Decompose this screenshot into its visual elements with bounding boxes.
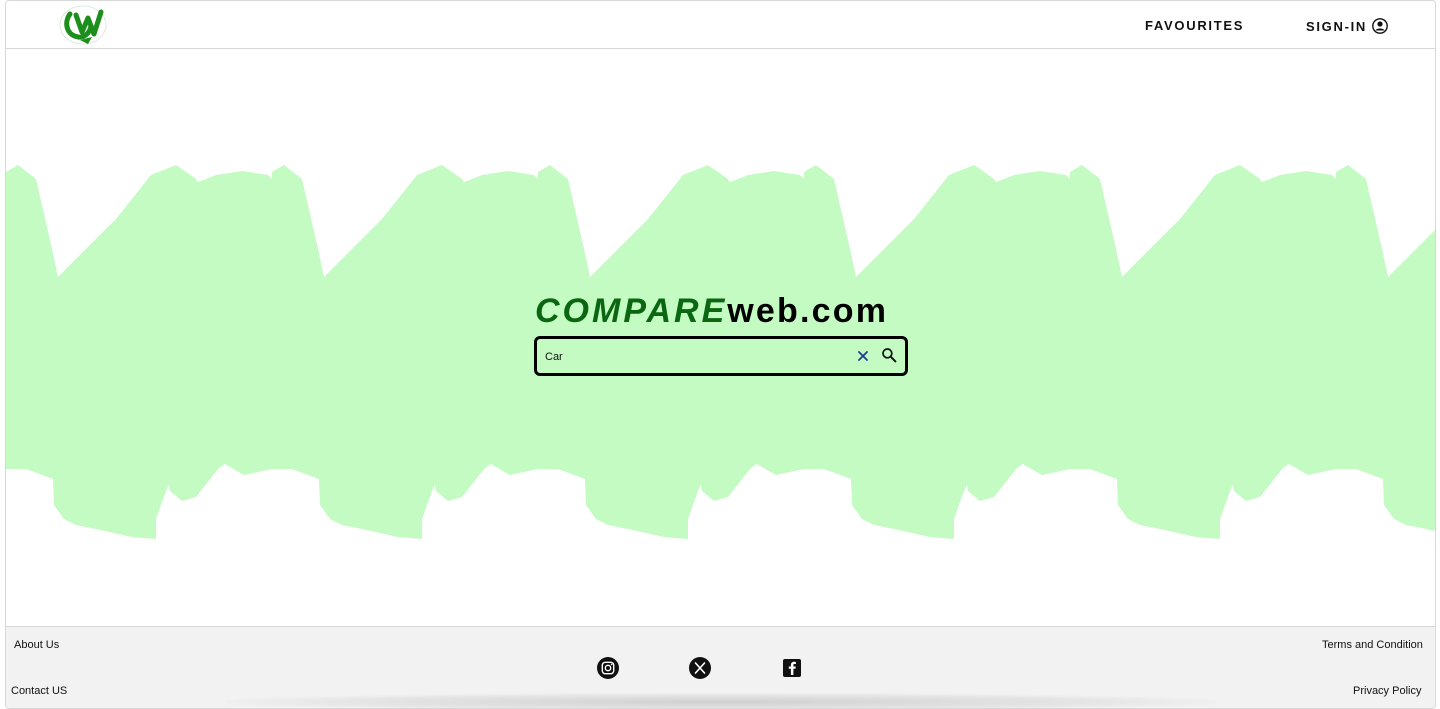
close-icon[interactable] <box>857 349 869 361</box>
hero-section: COMPAREweb.com <box>6 49 1435 626</box>
privacy-link[interactable]: Privacy Policy <box>1353 685 1421 697</box>
logo-icon[interactable] <box>58 4 108 46</box>
brand-title: COMPAREweb.com <box>535 292 888 331</box>
app-window: FAVOURITES SIGN-IN COMPAREweb.com Car Ab… <box>5 0 1436 709</box>
site-header: FAVOURITES SIGN-IN <box>6 1 1435 49</box>
about-us-link[interactable]: About Us <box>14 639 59 651</box>
instagram-icon[interactable] <box>597 657 619 679</box>
facebook-icon[interactable] <box>781 657 803 679</box>
search-icon[interactable] <box>881 347 897 363</box>
x-icon[interactable] <box>689 657 711 679</box>
terms-link[interactable]: Terms and Condition <box>1322 639 1423 651</box>
favourites-link[interactable]: FAVOURITES <box>1145 18 1244 33</box>
user-icon <box>1372 18 1388 34</box>
search-box <box>534 336 908 376</box>
brand-compare: COMPARE <box>535 292 728 330</box>
search-input[interactable] <box>543 346 847 368</box>
site-footer: About Us Contact US Terms and Condition … <box>6 626 1435 708</box>
sign-in-link[interactable]: SIGN-IN <box>1306 18 1388 34</box>
footer-shadow <box>226 693 1216 708</box>
brand-domain: web.com <box>727 292 889 330</box>
sign-in-label: SIGN-IN <box>1306 18 1368 34</box>
contact-us-link[interactable]: Contact US <box>11 685 67 697</box>
